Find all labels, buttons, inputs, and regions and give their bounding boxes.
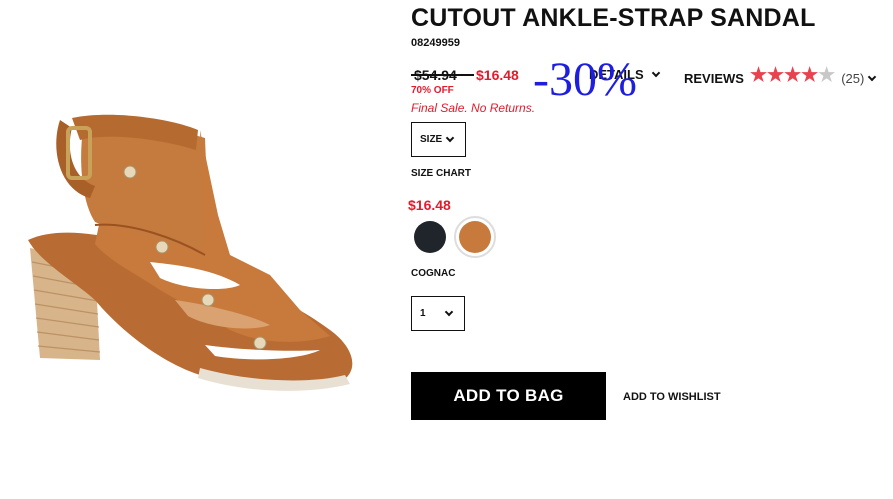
color-swatch-cognac[interactable] — [459, 221, 491, 253]
reviews-tab-label: REVIEWS — [684, 71, 744, 86]
size-select[interactable]: SIZE — [411, 122, 466, 157]
product-sku: 08249959 — [411, 37, 460, 49]
quantity-value: 1 — [420, 308, 426, 319]
chevron-down-icon — [444, 307, 454, 317]
star-filled-icon: ★ — [767, 65, 785, 86]
quantity-select[interactable]: 1 — [411, 296, 465, 331]
chevron-down-icon — [445, 133, 455, 143]
final-sale-note: Final Sale. No Returns. — [411, 101, 536, 115]
star-filled-icon: ★ — [749, 65, 768, 86]
discount-label: 70% OFF — [411, 85, 454, 96]
star-filled-icon: ★ — [801, 65, 819, 86]
sale-price: $16.48 — [476, 67, 519, 83]
add-to-wishlist-link[interactable]: ADD TO WISHLIST — [623, 391, 721, 403]
review-count: (25) — [841, 71, 865, 86]
discount-overlay: -30% — [533, 53, 637, 106]
size-chart-link[interactable]: SIZE CHART — [411, 168, 471, 179]
star-rating: ★ ★ ★ ★ ★ — [750, 64, 835, 87]
product-image — [28, 114, 353, 391]
swatch-price: $16.48 — [408, 197, 451, 213]
product-title: CUTOUT ANKLE-STRAP SANDAL — [411, 4, 816, 32]
star-filled-icon: ★ — [784, 65, 802, 86]
chevron-down-icon — [868, 72, 877, 81]
price-strikethrough — [411, 74, 474, 76]
color-swatch-black[interactable] — [414, 221, 446, 253]
reviews-tab[interactable]: REVIEWS ★ ★ ★ ★ ★ (25) — [684, 64, 877, 90]
selected-color-name: COGNAC — [411, 268, 456, 279]
add-to-bag-button[interactable]: ADD TO BAG — [411, 372, 606, 420]
chevron-down-icon — [651, 68, 660, 77]
star-empty-icon: ★ — [818, 65, 836, 86]
size-select-label: SIZE — [420, 134, 443, 145]
